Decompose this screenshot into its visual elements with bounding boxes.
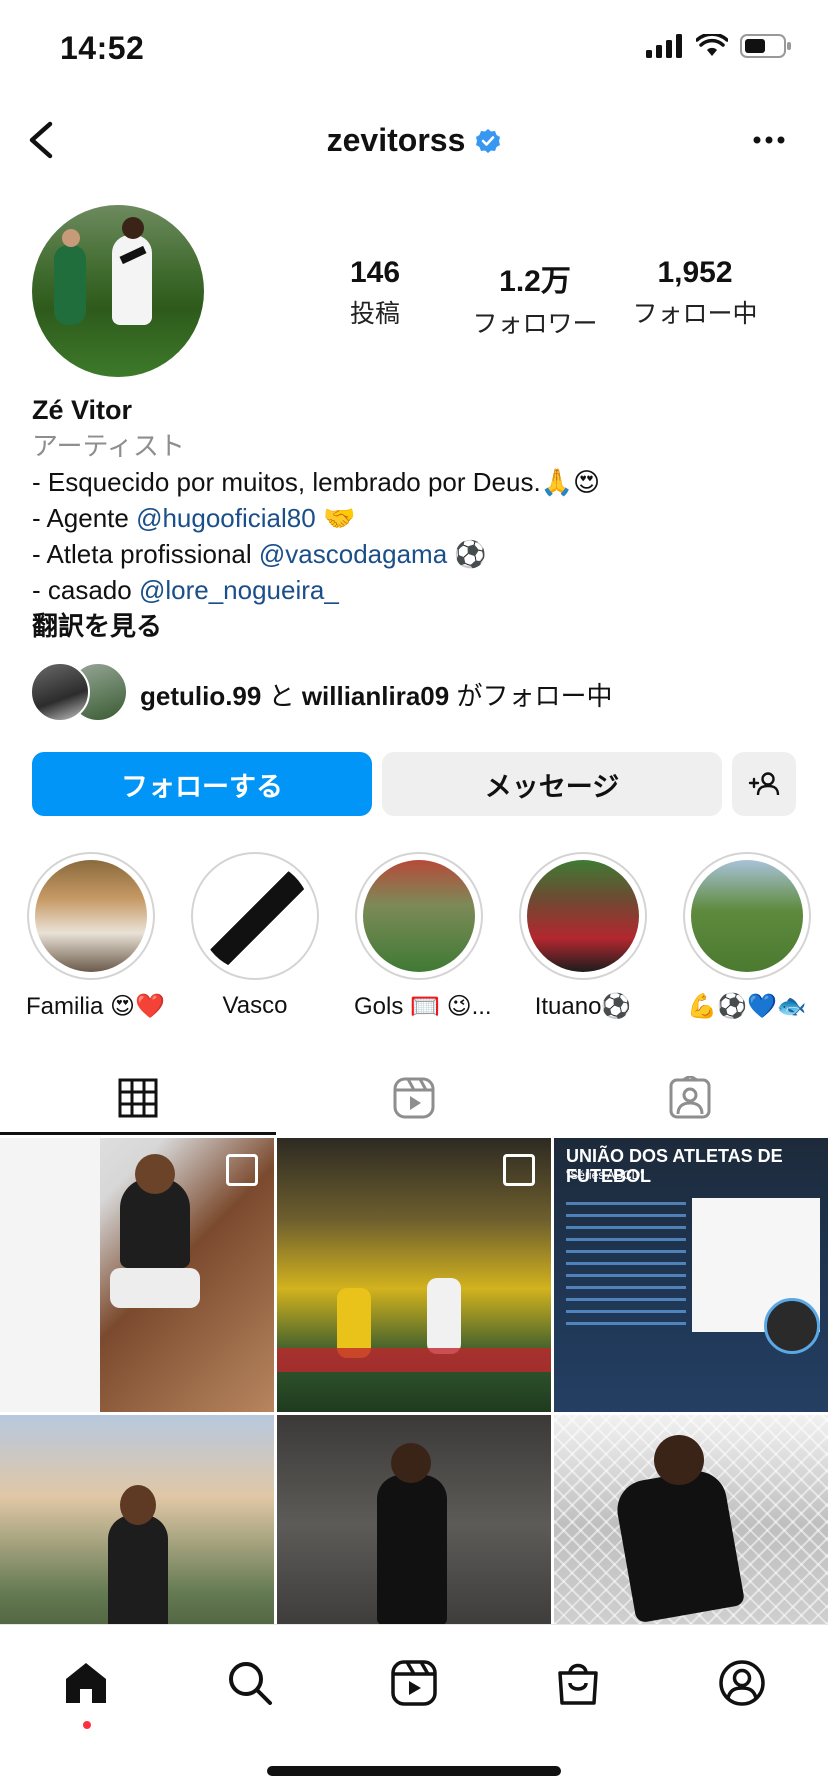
follow-button[interactable]: フォローする — [32, 752, 372, 816]
nav-search[interactable] — [220, 1653, 280, 1713]
post-thumbnail[interactable] — [0, 1415, 274, 1624]
bottom-navigation — [0, 1624, 828, 1745]
profile-avatar[interactable] — [32, 205, 204, 377]
notification-dot — [83, 1721, 91, 1729]
bio-line-3-text: - Atleta profissional — [32, 539, 259, 569]
status-icons — [646, 34, 792, 58]
profile-bio: Zé Vitor アーティスト - Esquecido por muitos, … — [32, 392, 600, 644]
highlight-cover — [35, 860, 147, 972]
post-thumbnail[interactable] — [554, 1415, 828, 1624]
profile-icon — [719, 1660, 765, 1706]
suggested-users-button[interactable] — [732, 752, 796, 816]
highlight-label: 💪⚽💙🐟 — [687, 993, 807, 1020]
stat-followers-value: 1.2万 — [499, 265, 571, 298]
battery-icon — [740, 34, 791, 58]
tab-reels[interactable] — [276, 1060, 552, 1136]
tagged-person-icon — [669, 1076, 711, 1119]
highlight-cover — [199, 860, 311, 972]
post-thumbnail[interactable] — [277, 1415, 551, 1624]
nav-profile[interactable] — [712, 1653, 772, 1713]
mutual-followers-avatars[interactable] — [30, 662, 130, 722]
stat-posts-label: 投稿 — [349, 300, 400, 328]
highlight-ituano[interactable]: Ituano⚽ — [518, 852, 648, 1021]
stat-following-value: 1,952 — [657, 256, 733, 289]
bio-line-2: - Agente @hugooficial80 🤝 — [32, 500, 600, 536]
highlight-cover — [691, 860, 803, 972]
highlight-vasco[interactable]: Vasco — [190, 852, 320, 1020]
bio-line-1: - Esquecido por muitos, lembrado por Deu… — [32, 467, 601, 497]
tab-tagged[interactable] — [552, 1060, 828, 1136]
post-thumbnail[interactable] — [277, 1138, 551, 1412]
post-thumbnail[interactable]: UNIÃO DOS ATLETAS DE FUTEBOL "Séries ABC… — [554, 1138, 828, 1412]
stat-posts[interactable]: 146 投稿 — [320, 256, 430, 330]
posts-grid: UNIÃO DOS ATLETAS DE FUTEBOL "Séries ABC… — [0, 1138, 828, 1624]
stat-posts-value: 146 — [349, 256, 401, 289]
multiple-posts-icon — [503, 1154, 535, 1186]
nav-home[interactable] — [56, 1653, 116, 1713]
stat-followers-label: フォロワー — [472, 310, 598, 338]
more-horizontal-icon — [753, 136, 785, 144]
home-icon — [66, 1663, 106, 1703]
highlight-label: Ituano⚽ — [534, 993, 632, 1020]
bio-line-4-text: - casado — [32, 575, 139, 605]
mutual-follower-avatar — [30, 662, 90, 722]
post-thumbnail[interactable] — [0, 1138, 274, 1412]
home-indicator — [267, 1766, 561, 1776]
highlight-training[interactable]: 💪⚽💙🐟 — [682, 852, 812, 1021]
stat-following-label: フォロー中 — [632, 300, 758, 328]
multiple-posts-icon — [226, 1154, 258, 1186]
mutual-connector: と — [261, 681, 302, 711]
status-time: 14:52 — [60, 30, 145, 66]
wifi-icon — [696, 34, 728, 56]
highlight-cover — [363, 860, 475, 972]
mention-link-spouse[interactable]: @lore_nogueira_ — [139, 575, 339, 605]
active-tab-indicator — [0, 1132, 276, 1135]
nav-shop[interactable] — [548, 1653, 608, 1713]
stat-followers[interactable]: 1.2万 フォロワー — [460, 256, 610, 340]
bio-line-3: - Atleta profissional @vascodagama ⚽ — [32, 536, 600, 572]
stat-following[interactable]: 1,952 フォロー中 — [620, 256, 770, 330]
profile-tabs — [0, 1060, 828, 1136]
add-person-icon — [748, 772, 780, 796]
grid-icon — [118, 1078, 158, 1118]
signal-icon — [646, 34, 682, 58]
reels-icon — [391, 1660, 437, 1706]
profile-name: Zé Vitor — [32, 395, 133, 425]
reels-icon — [393, 1077, 435, 1119]
verified-badge-icon — [476, 128, 501, 153]
highlight-familia[interactable]: Familia 😍❤️ — [26, 852, 165, 1021]
profile-category: アーティスト — [32, 431, 185, 461]
bio-line-4: - casado @lore_nogueira_ — [32, 572, 600, 608]
mutual-suffix: がフォロー中 — [449, 681, 613, 711]
mutual-followers-text[interactable]: getulio.99 と willianlira09 がフォロー中 — [140, 676, 612, 713]
bio-line-3-emoji: ⚽ — [447, 539, 487, 569]
mention-link-agent[interactable]: @hugooficial80 — [136, 503, 316, 533]
highlight-label: Gols 🥅 😉... — [354, 993, 492, 1020]
mutual-follower-1: getulio.99 — [140, 681, 262, 711]
more-options-button[interactable] — [752, 132, 786, 150]
highlight-label: Familia 😍❤️ — [26, 993, 165, 1020]
highlight-gols[interactable]: Gols 🥅 😉... — [354, 852, 492, 1021]
highlight-label: Vasco — [222, 992, 288, 1019]
search-icon — [229, 1662, 272, 1705]
mutual-follower-2: willianlira09 — [301, 681, 450, 711]
see-translation-link[interactable]: 翻訳を見る — [32, 608, 600, 644]
profile-header: zevitorss — [0, 122, 828, 159]
poster-subtitle: "Séries ABCD" — [566, 1168, 645, 1182]
username: zevitorss — [326, 122, 466, 158]
highlight-cover — [527, 860, 639, 972]
shopping-bag-icon — [558, 1663, 598, 1705]
tab-posts-grid[interactable] — [0, 1060, 276, 1136]
mention-link-club[interactable]: @vascodagama — [259, 539, 447, 569]
message-button[interactable]: メッセージ — [382, 752, 722, 816]
bio-line-2-emoji: 🤝 — [315, 503, 356, 533]
nav-reels[interactable] — [384, 1653, 444, 1713]
bio-line-2-text: - Agente — [32, 503, 137, 533]
